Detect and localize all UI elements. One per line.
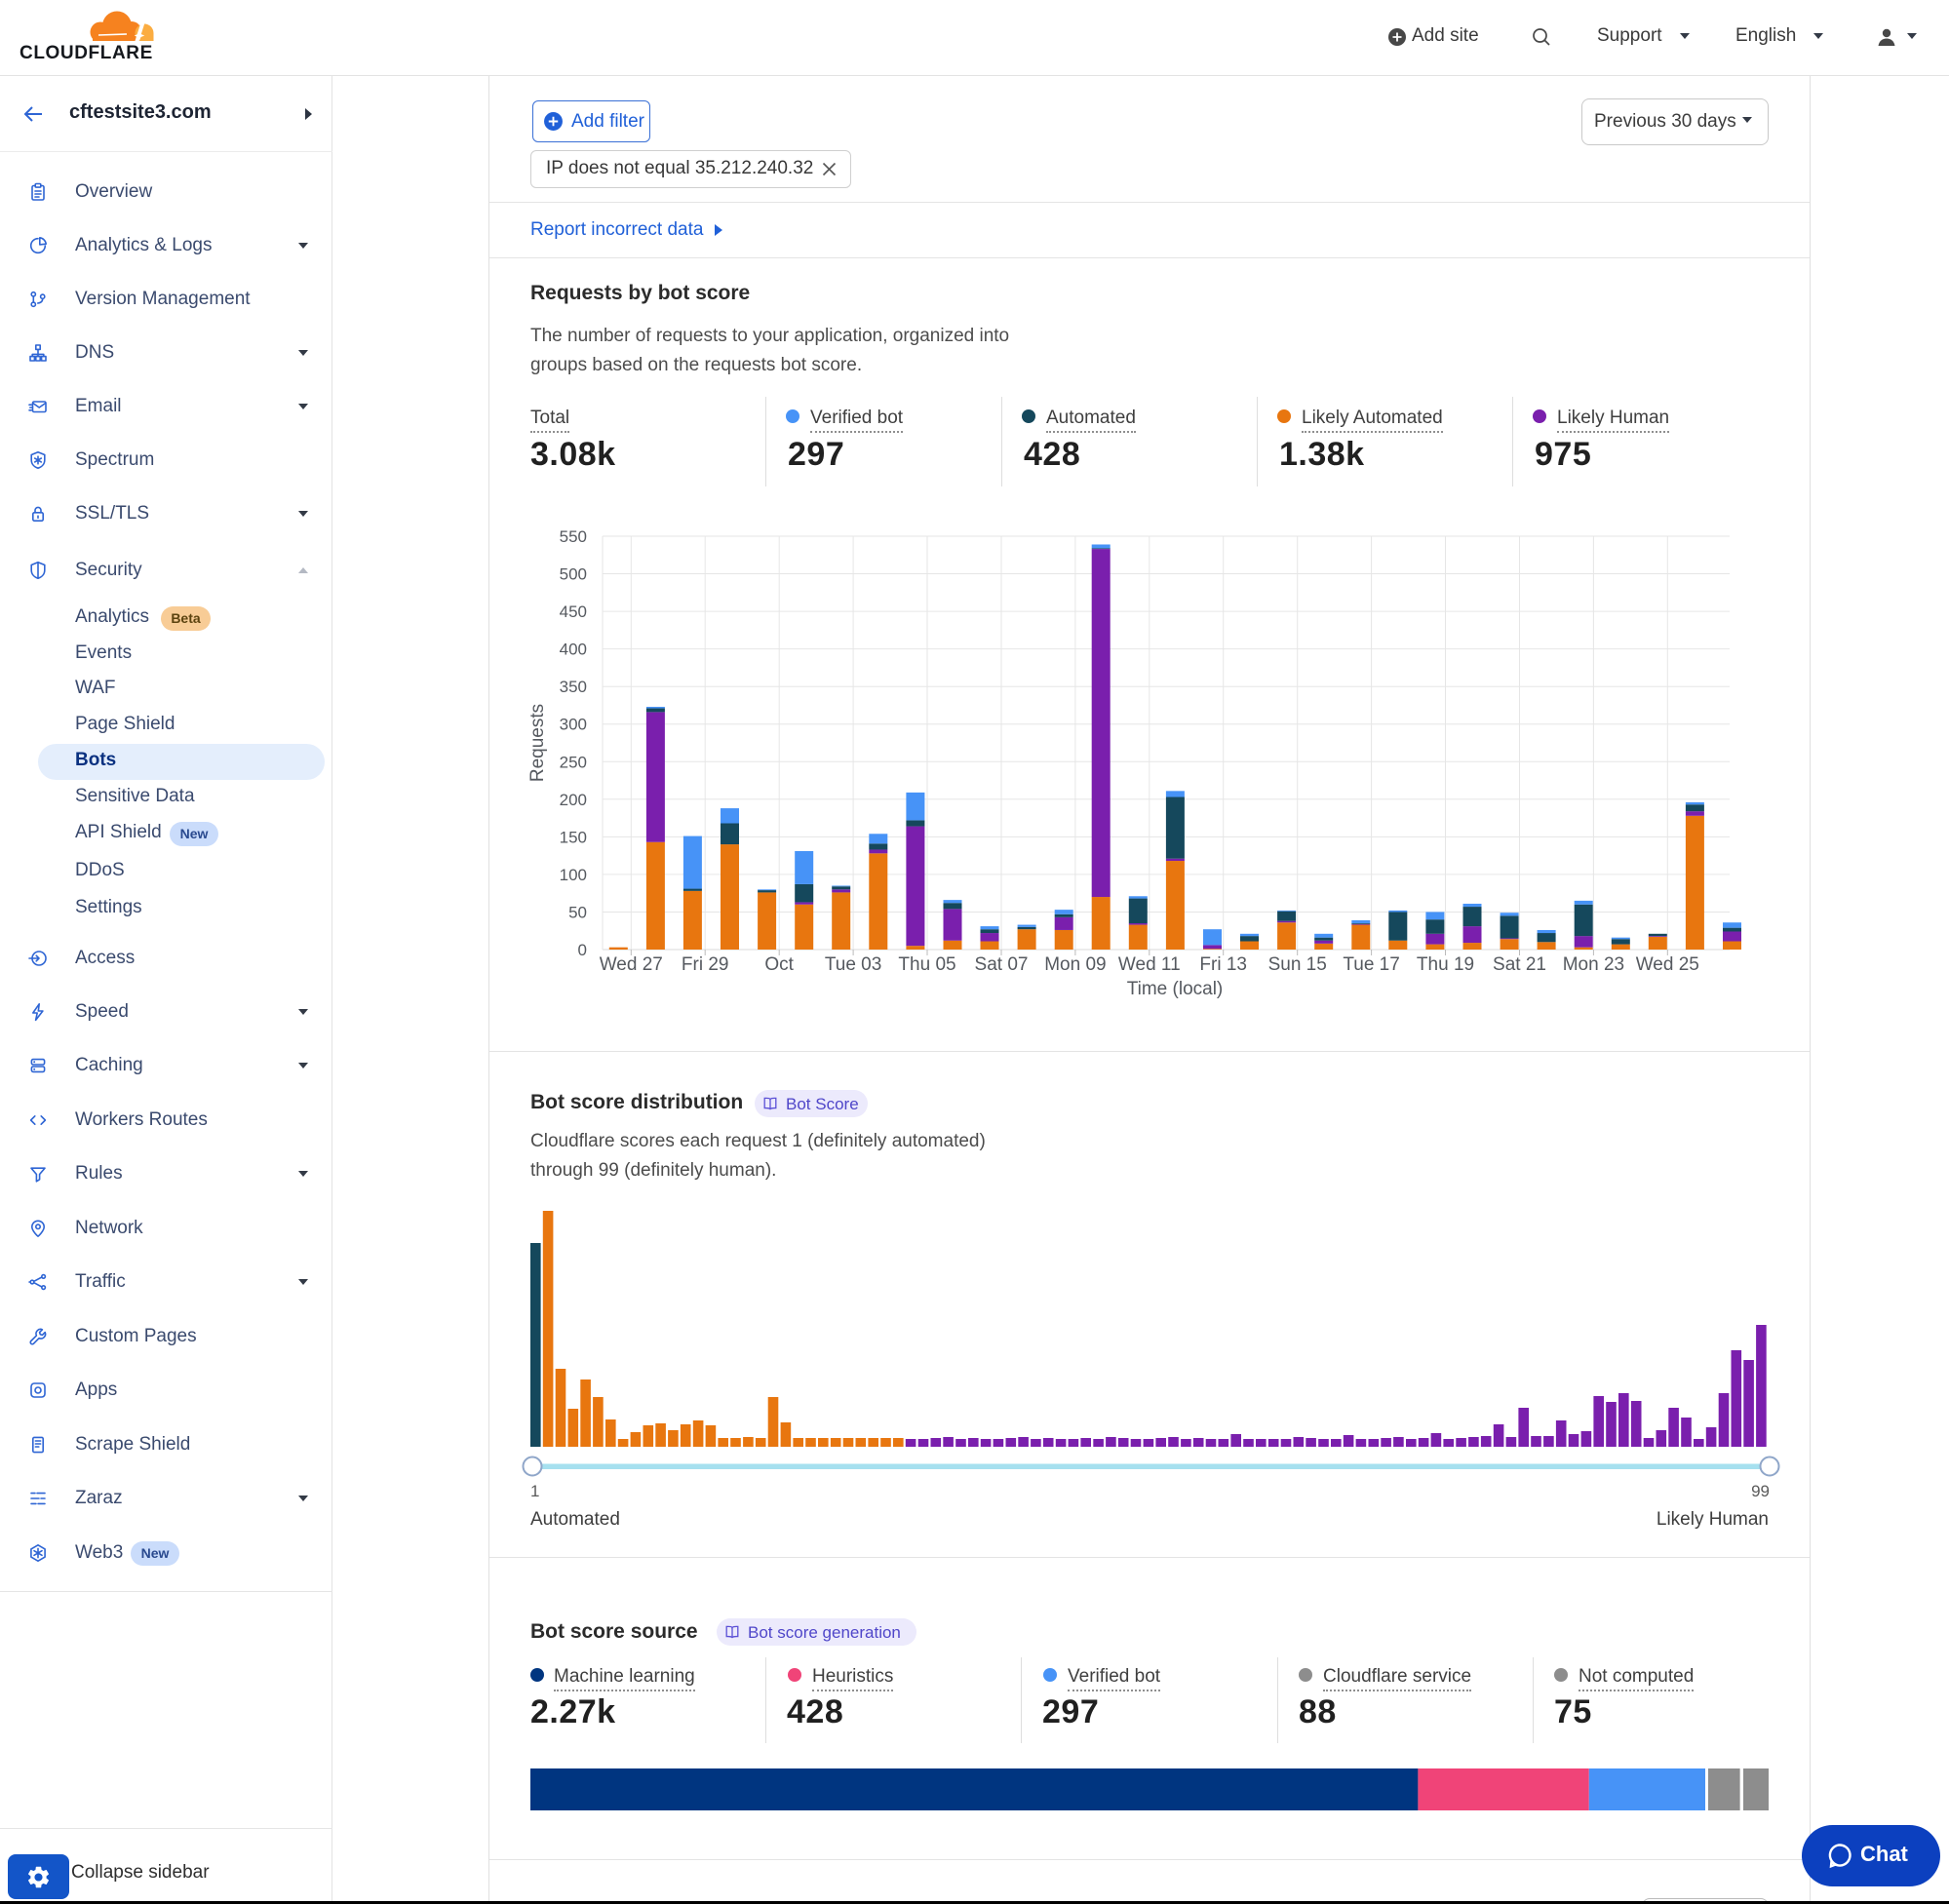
svg-text:Mon 23: Mon 23 xyxy=(1563,954,1624,975)
svg-text:200: 200 xyxy=(560,791,587,809)
svg-text:Thu 19: Thu 19 xyxy=(1417,954,1474,975)
svg-text:Sat 07: Sat 07 xyxy=(975,954,1029,975)
svg-text:Sun 15: Sun 15 xyxy=(1268,954,1327,975)
svg-text:450: 450 xyxy=(560,602,587,621)
svg-text:0: 0 xyxy=(578,941,587,959)
svg-text:Fri 13: Fri 13 xyxy=(1199,954,1247,975)
svg-text:Fri 29: Fri 29 xyxy=(682,954,729,975)
svg-text:350: 350 xyxy=(560,678,587,696)
svg-text:Time (local): Time (local) xyxy=(1127,979,1224,999)
svg-text:99: 99 xyxy=(1751,1482,1770,1500)
svg-text:550: 550 xyxy=(560,527,587,546)
svg-text:300: 300 xyxy=(560,716,587,734)
svg-text:Wed 25: Wed 25 xyxy=(1636,954,1699,975)
svg-text:250: 250 xyxy=(560,753,587,771)
svg-text:Wed 11: Wed 11 xyxy=(1118,954,1181,975)
svg-text:Mon 09: Mon 09 xyxy=(1044,954,1106,975)
svg-text:Likely Human: Likely Human xyxy=(1657,1509,1769,1530)
svg-text:Automated: Automated xyxy=(530,1509,620,1530)
svg-text:Thu 05: Thu 05 xyxy=(898,954,955,975)
svg-text:150: 150 xyxy=(560,828,587,846)
svg-text:400: 400 xyxy=(560,641,587,659)
svg-text:Sat 21: Sat 21 xyxy=(1493,954,1546,975)
svg-text:Requests: Requests xyxy=(527,704,548,782)
svg-text:Wed 27: Wed 27 xyxy=(600,954,663,975)
svg-text:Tue 17: Tue 17 xyxy=(1343,954,1399,975)
svg-text:100: 100 xyxy=(560,866,587,884)
svg-text:50: 50 xyxy=(568,904,587,922)
svg-text:Oct: Oct xyxy=(764,954,794,975)
svg-text:1: 1 xyxy=(530,1482,539,1500)
svg-text:500: 500 xyxy=(560,565,587,584)
svg-text:Tue 03: Tue 03 xyxy=(825,954,881,975)
